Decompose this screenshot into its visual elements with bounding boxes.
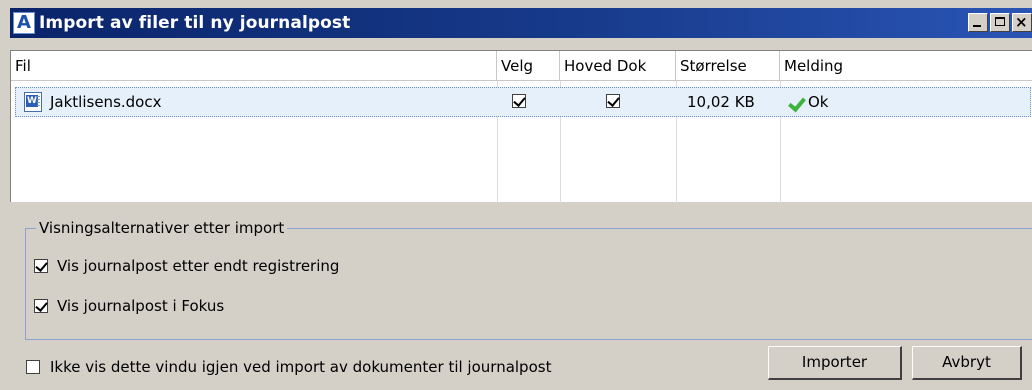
table-row[interactable]: W Jaktlisens.docx 10,02 KB Ok: [15, 87, 1031, 117]
close-button[interactable]: ×: [1012, 13, 1032, 32]
column-header-hoved-dok[interactable]: Hoved Dok: [560, 51, 676, 81]
minimize-button[interactable]: [968, 13, 988, 32]
window-controls: ×: [968, 13, 1032, 32]
close-icon: ×: [1015, 13, 1028, 31]
group-legend: Visningsalternativer etter import: [36, 219, 288, 237]
show-after-registration-checkbox[interactable]: [34, 259, 48, 273]
minimize-icon: [973, 25, 981, 27]
dont-show-again-checkbox[interactable]: [26, 360, 40, 374]
title-bar[interactable]: A Import av filer til ny journalpost ×: [10, 8, 1032, 38]
dont-show-again-label: Ikke vis dette vindu igjen ved import av…: [50, 358, 552, 376]
maximize-button[interactable]: [990, 13, 1010, 32]
hoved-dok-checkbox[interactable]: [606, 94, 620, 108]
column-header-fil[interactable]: Fil: [11, 51, 497, 81]
green-check-icon: [788, 95, 804, 111]
status-message-cell: Ok: [788, 88, 829, 116]
window-title: Import av filer til ny journalpost: [39, 13, 351, 33]
show-in-focus-checkbox[interactable]: [34, 299, 48, 313]
app-logo-icon: A: [13, 12, 35, 34]
file-size: 10,02 KB: [687, 93, 755, 111]
option-show-in-focus[interactable]: Vis journalpost i Fokus: [34, 297, 224, 315]
option-label: Vis journalpost i Fokus: [57, 297, 225, 315]
file-grid[interactable]: Fil Velg Hoved Dok Størrelse Melding W J…: [10, 50, 1032, 203]
maximize-icon: [995, 17, 1005, 26]
column-header-storrelse[interactable]: Størrelse: [676, 51, 780, 81]
dont-show-again-option[interactable]: Ikke vis dette vindu igjen ved import av…: [26, 358, 551, 376]
velg-checkbox-cell: [512, 94, 526, 108]
import-button[interactable]: Importer: [768, 346, 902, 380]
status-message: Ok: [808, 93, 829, 111]
cancel-button[interactable]: Avbryt: [912, 346, 1022, 380]
word-document-icon: W: [24, 92, 42, 112]
velg-checkbox[interactable]: [512, 94, 526, 108]
grid-header: Fil Velg Hoved Dok Størrelse Melding: [11, 51, 1032, 81]
column-header-velg[interactable]: Velg: [497, 51, 560, 81]
column-header-melding[interactable]: Melding: [780, 51, 1032, 81]
display-options-group: Visningsalternativer etter import Vis jo…: [25, 219, 1032, 340]
file-name: Jaktlisens.docx: [50, 93, 162, 111]
hoved-dok-checkbox-cell: [606, 94, 620, 108]
option-show-after-registration[interactable]: Vis journalpost etter endt registrering: [34, 257, 339, 275]
option-label: Vis journalpost etter endt registrering: [57, 257, 340, 275]
